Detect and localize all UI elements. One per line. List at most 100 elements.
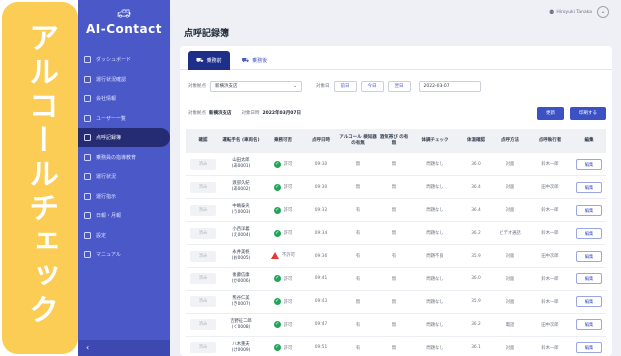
sidebar-item[interactable]: マニュアル (78, 245, 170, 264)
health-check: 問題なし (410, 175, 460, 200)
app-logo[interactable]: 🚙︎ AI-Contact (78, 0, 170, 37)
body-temperature: 36.0 (460, 153, 492, 177)
edit-button[interactable]: 編集 (576, 342, 602, 354)
sidebar-item[interactable]: 点呼記録簿 (78, 128, 170, 147)
check-time: 09:36 (304, 244, 338, 268)
alcohol-presence: 無 (378, 198, 410, 223)
confirmed-button[interactable]: 済み (190, 342, 216, 354)
check-method: 対面 (492, 153, 528, 177)
check-circle-icon: ✓ (273, 160, 281, 168)
tab-label: 乗務前 (206, 58, 222, 64)
vehicle-name: (か0006) (231, 278, 251, 284)
alcohol-presence: 無 (378, 267, 410, 291)
check-circle-icon: ✓ (273, 344, 281, 352)
edit-button[interactable]: 編集 (576, 181, 602, 193)
sidebar-item[interactable]: 設定 (78, 226, 170, 245)
office-select[interactable]: 新横浜支店 ⌄ (210, 80, 302, 92)
health-check: 問題なし (410, 221, 460, 246)
driver-cell: 山田太郎 (あ0001) (220, 153, 262, 177)
edit-button[interactable]: 編集 (576, 204, 602, 216)
prev-day-button[interactable]: 前日 (333, 80, 357, 92)
print-button[interactable]: 印刷する (570, 106, 606, 120)
permission-cell: ✓ 許可 (262, 153, 304, 177)
sidebar-item[interactable]: 運行指示 (78, 187, 170, 206)
promo-banner: アルコールチェック (2, 2, 78, 354)
user-menu[interactable]: ⚉ Hiroyuki Tanaka ⌄ (549, 6, 609, 18)
edit-button[interactable]: 編集 (576, 158, 602, 170)
executor-name: 鈴木一郎 (528, 267, 572, 291)
body-temperature: 36.0 (460, 267, 492, 291)
confirmed-button[interactable]: 済み (190, 273, 216, 285)
table-row: 済み 中嶋泰央 (う0003) ✓ 許可 09:32 有無問題なし 36.4 対面 鈴木一郎 編集 (186, 198, 606, 223)
confirm-cell: 済み (186, 290, 220, 314)
report-icon (84, 212, 91, 219)
sidebar-item[interactable]: 日報・月報 (78, 206, 170, 225)
table-row: 済み 八木重夫 (け0009) ✓ 許可 09:51 有無問題なし 36.1 対面 鈴木一郎 編集 (186, 336, 606, 356)
sidebar: 🚙︎ AI-Contact ダッシュボード 運行状況確認 会社情報 ユーザー一覧点呼記… (78, 0, 170, 356)
update-button[interactable]: 更新 (537, 106, 564, 120)
executor-name: 鈴木一郎 (528, 290, 572, 314)
confirmed-button[interactable]: 済み (190, 227, 216, 239)
manual-icon (84, 251, 91, 258)
sidebar-item[interactable]: 運行状況確認 (78, 70, 170, 89)
detector-presence: 有 (338, 221, 378, 246)
edit-button[interactable]: 編集 (576, 250, 602, 262)
permission-cell: ✓ 許可 (262, 221, 304, 246)
sidebar-item[interactable]: ユーザー一覧 (78, 109, 170, 128)
date-input[interactable]: 2022-03-07 (418, 80, 481, 92)
clipboard-icon (84, 134, 91, 141)
check-method: 対面 (492, 290, 528, 314)
table-row: 済み 永井美帆 (お0005) 不許可 09:36 有有問題不良 35.9 対面 田中次郎 編集 (186, 244, 606, 268)
edit-button[interactable]: 編集 (576, 273, 602, 285)
body-temperature: 35.9 (460, 290, 492, 314)
detector-presence: 有 (338, 198, 378, 223)
confirmed-button[interactable]: 済み (190, 181, 216, 193)
check-circle-icon: ✓ (273, 206, 281, 214)
sidebar-item-label: 乗務員の指導教育 (96, 154, 137, 161)
confirmed-button[interactable]: 済み (190, 296, 216, 308)
sidebar-item[interactable]: 乗務員の指導教育 (78, 148, 170, 167)
health-check: 問題なし (410, 313, 460, 337)
vehicle-name: (く0008) (231, 324, 251, 330)
permission-status: 許可 (283, 162, 293, 168)
executor-name: 鈴木一郎 (528, 336, 572, 356)
table-row: 済み 渡部久紀 (あ0002) ✓ 許可 09:30 無無問題なし 36.4 対面 田中次郎 編集 (186, 175, 606, 200)
edit-button[interactable]: 編集 (576, 296, 602, 308)
info-office-value: 新横浜支店 (209, 111, 232, 116)
warning-icon (271, 251, 280, 259)
health-check: 問題なし (410, 267, 460, 291)
check-circle-icon: ✓ (273, 229, 281, 237)
sidebar-item-label: 点呼記録簿 (96, 135, 122, 141)
tab-after-duty[interactable]: ⛟ 乗務後 (234, 51, 276, 70)
sidebar-item[interactable]: 会社情報 (78, 89, 170, 108)
sidebar-item[interactable]: 運行状況 (78, 167, 170, 186)
alcohol-presence: 無 (378, 153, 410, 177)
next-day-button[interactable]: 翌日 (387, 80, 411, 92)
confirmed-button[interactable]: 済み (190, 158, 216, 170)
shift-tabs: ⛟ 乗務前 ⛟ 乗務後 (180, 46, 612, 70)
confirmed-button[interactable]: 済み (190, 204, 216, 216)
building-icon (84, 95, 91, 102)
vehicle-name: (う0003) (231, 210, 251, 216)
column-header: 点呼日時 (304, 129, 338, 153)
permission-cell: ✓ 許可 (262, 175, 304, 200)
edit-button[interactable]: 編集 (576, 227, 602, 239)
sidebar-collapse-button[interactable]: ‹ (78, 340, 170, 356)
confirm-cell: 済み (186, 267, 220, 291)
column-header: アルコール 検知器の有無 (338, 129, 378, 153)
executor-name: 田中次郎 (528, 175, 572, 200)
tab-before-duty[interactable]: ⛟ 乗務前 (188, 51, 230, 70)
user-icon: ⚉ (549, 8, 555, 16)
alcohol-presence: 無 (378, 290, 410, 314)
edit-button[interactable]: 編集 (576, 319, 602, 331)
chevron-down-icon[interactable]: ⌄ (597, 6, 609, 18)
confirmed-button[interactable]: 済み (190, 250, 216, 262)
health-check: 問題なし (410, 198, 460, 223)
confirmed-button[interactable]: 済み (190, 319, 216, 331)
today-button[interactable]: 今日 (360, 80, 384, 92)
sidebar-item[interactable]: ダッシュボード (78, 50, 170, 69)
office-filter-label: 対象拠点 (188, 84, 206, 89)
alcohol-presence: 無 (378, 175, 410, 200)
route-icon (84, 173, 91, 180)
permission-status: 許可 (283, 231, 293, 237)
